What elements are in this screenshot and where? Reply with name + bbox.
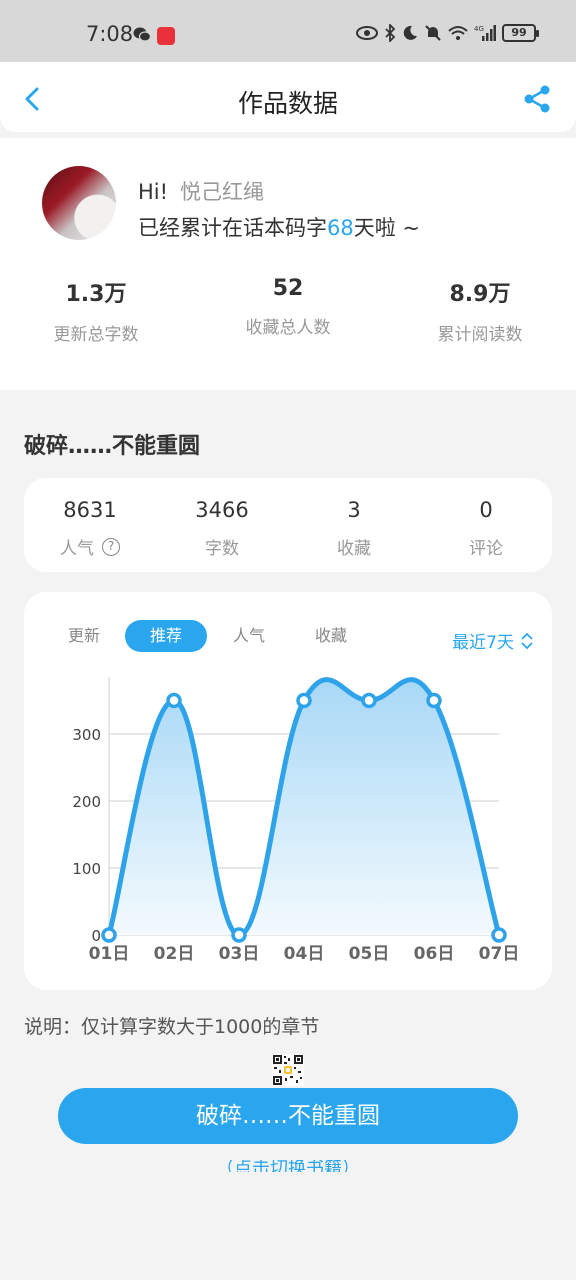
- app-header: 作品数据: [0, 62, 576, 132]
- count-words: 3466 字数: [156, 478, 288, 572]
- status-icons: 4G 99: [356, 24, 539, 42]
- status-bar: 7:08 4G 99: [0, 0, 576, 62]
- eye-icon: [356, 26, 378, 40]
- status-time: 7:08: [86, 22, 134, 46]
- days-prefix: 已经累计在话本码字: [138, 216, 327, 240]
- stat-value: 8.9万: [449, 282, 511, 307]
- book-counts-card: 8631 人气 ? 3466 字数 3 收藏 0 评论: [24, 478, 552, 572]
- profile-stats: 1.3万 更新总字数 52 收藏总人数 8.9万 累计阅读数: [0, 276, 576, 345]
- book-title: 破碎……不能重圆: [24, 434, 201, 459]
- stat-total-words: 1.3万 更新总字数: [0, 276, 192, 345]
- writing-days-line: 已经累计在话本码字68天啦 ~: [138, 212, 420, 242]
- y-tick-label: 0: [91, 927, 101, 945]
- stat-value: 1.3万: [65, 282, 127, 307]
- stat-label: 更新总字数: [53, 325, 139, 345]
- wechat-icon: [133, 27, 151, 42]
- count-value: 3466: [195, 498, 249, 522]
- moon-icon: [403, 25, 417, 40]
- greeting: Hi! 悦己红绳: [138, 176, 264, 206]
- data-point-4[interactable]: [296, 692, 312, 709]
- help-icon[interactable]: ?: [102, 537, 120, 556]
- bluetooth-icon: [385, 24, 396, 42]
- count-value: 3: [347, 498, 361, 522]
- data-point-3[interactable]: [231, 927, 247, 943]
- svg-text:4G: 4G: [474, 25, 484, 33]
- count-label: 字数: [205, 539, 239, 559]
- chart-card: 更新 推荐 人气 收藏 最近7天 0 100 200 300 01日 02日 03日 04日…: [24, 592, 552, 990]
- days-suffix: 天啦 ~: [353, 216, 421, 240]
- x-tick-label: 06日: [414, 944, 455, 964]
- x-tick-label: 03日: [219, 944, 260, 964]
- x-tick-label: 04日: [284, 944, 325, 964]
- writing-days-count: 68: [327, 216, 354, 240]
- avatar[interactable]: [42, 166, 116, 240]
- stat-total-reads: 8.9万 累计阅读数: [384, 276, 576, 345]
- count-label-text: 人气: [60, 539, 94, 559]
- page-title: 作品数据: [237, 89, 338, 118]
- count-label: 评论: [469, 539, 503, 559]
- stat-label: 收藏总人数: [245, 318, 331, 338]
- data-point-6[interactable]: [426, 692, 442, 709]
- count-label: 人气 ?: [60, 534, 120, 559]
- y-tick-label: 100: [72, 860, 101, 878]
- data-point-1[interactable]: [101, 927, 117, 943]
- chart-note: 说明：仅计算字数大于1000的章节: [24, 1016, 320, 1038]
- x-tick-label: 05日: [349, 944, 390, 964]
- count-comments: 0 评论: [420, 478, 552, 572]
- y-tick-label: 300: [72, 726, 101, 744]
- x-tick-label: 02日: [154, 944, 195, 964]
- profile-section: Hi! 悦己红绳 已经累计在话本码字68天啦 ~ 1.3万 更新总字数 52 收藏…: [0, 138, 576, 390]
- recommend-chart: 0 100 200 300 01日 02日 03日 04日 05日 06日 07日: [72, 677, 520, 964]
- wifi-icon: [448, 26, 468, 40]
- stat-total-favorites: 52 收藏总人数: [192, 276, 384, 345]
- signal-icon: 4G: [474, 25, 496, 41]
- count-popularity: 8631 人气 ?: [24, 478, 156, 572]
- username: 悦己红绳: [180, 180, 265, 204]
- y-tick-label: 200: [72, 793, 101, 811]
- x-tick-label: 07日: [479, 944, 520, 964]
- stat-value: 52: [272, 276, 304, 301]
- switch-book-hint[interactable]: （点击切换书籍）: [0, 1160, 576, 1172]
- book-switch-button[interactable]: 破碎……不能重圆: [58, 1088, 518, 1144]
- data-point-7[interactable]: [491, 927, 507, 943]
- share-icon[interactable]: [522, 84, 552, 114]
- battery-icon: 99: [502, 24, 539, 42]
- data-point-5[interactable]: [361, 692, 377, 709]
- app-notification-icon: [157, 27, 175, 45]
- x-tick-label: 01日: [89, 944, 130, 964]
- count-favorites: 3 收藏: [288, 478, 420, 572]
- qr-code-icon: [272, 1054, 304, 1086]
- count-value: 0: [479, 498, 493, 522]
- mute-bell-icon: [425, 25, 441, 41]
- data-point-2[interactable]: [166, 692, 182, 709]
- greeting-hi: Hi!: [138, 180, 169, 204]
- stat-label: 累计阅读数: [437, 325, 523, 345]
- count-label: 收藏: [337, 539, 371, 559]
- count-value: 8631: [63, 498, 117, 522]
